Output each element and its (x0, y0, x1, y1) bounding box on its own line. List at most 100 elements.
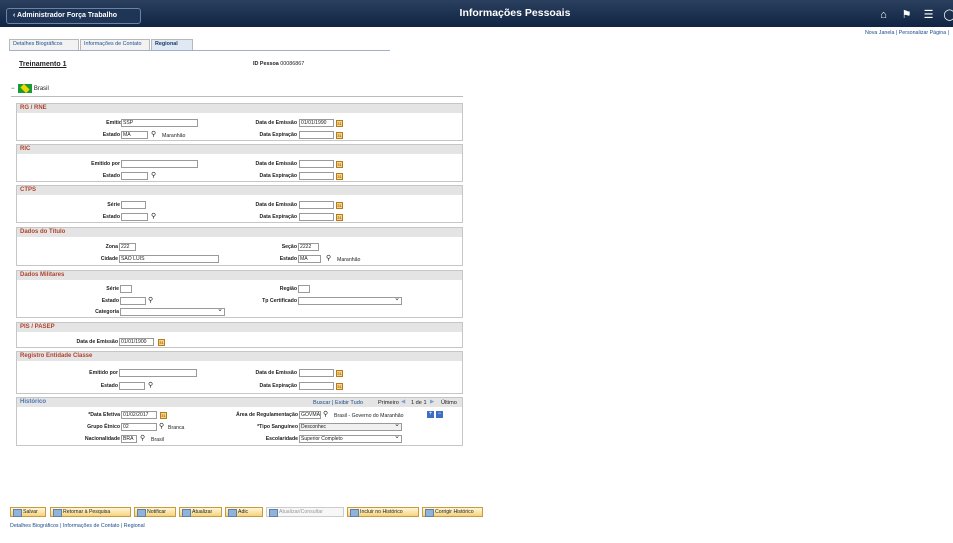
rg-data-emissao-input[interactable]: 01/01/1990 (299, 119, 334, 127)
historico-nav-links[interactable]: Buscar | Exibir Tudo (313, 400, 363, 406)
home-icon[interactable]: ⌂ (877, 9, 890, 21)
ric-emitido-label: Emitido por (91, 161, 120, 167)
hist-data-input[interactable]: 01/02/2017 (121, 411, 157, 419)
mil-estado-input[interactable] (120, 297, 146, 305)
hist-sang-select[interactable]: Desconhec (299, 422, 402, 431)
ctps-serie-input[interactable] (121, 201, 146, 209)
calendar-icon[interactable]: 31 (158, 339, 165, 346)
section-registro: Registro Entidade Classe Emitido por Est… (16, 351, 463, 394)
hist-nac-input[interactable]: BRA (121, 435, 137, 443)
ctps-data-emissao-input[interactable] (299, 201, 334, 209)
flag-icon[interactable]: ⚑ (900, 9, 913, 21)
footer-link-detalhes[interactable]: Detalhes Biográficos (10, 523, 59, 529)
ric-estado-input[interactable] (121, 172, 148, 180)
reg-data-exp-label: Data Expiração (259, 383, 297, 389)
save-button[interactable]: Salvar (10, 507, 46, 517)
search-icon[interactable]: ⚲ (326, 255, 333, 263)
reg-estado-label: Estado (100, 383, 118, 389)
search-icon[interactable]: ⚲ (148, 382, 155, 390)
search-icon[interactable]: ⚲ (140, 435, 147, 443)
menu-icon[interactable]: ☰ (922, 9, 935, 21)
section-registro-title: Registro Entidade Classe (17, 352, 462, 361)
return-search-button[interactable]: Retornar à Pesquisa (50, 507, 131, 517)
mil-tp-cert-label: Tp Certificado (262, 298, 297, 304)
refresh-button[interactable]: Atualizar (179, 507, 222, 517)
hist-nac-desc: Brasil (151, 437, 164, 443)
ctps-data-exp-input[interactable] (299, 213, 334, 221)
tab-detalhes[interactable]: Detalhes Biográficos (9, 39, 79, 50)
rg-estado-input[interactable]: MA (121, 131, 148, 139)
section-historico: Histórico Buscar | Exibir Tudo Primeiro … (16, 397, 463, 446)
section-militares-title: Dados Militares (17, 271, 462, 280)
brazil-flag-icon (18, 84, 33, 93)
hist-sang-label: *Tipo Sanguíneo (257, 424, 298, 430)
hist-area-input[interactable]: GOVMA (299, 411, 321, 419)
mil-regiao-input[interactable] (298, 285, 310, 293)
reg-data-emissao-input[interactable] (299, 369, 334, 377)
include-history-button[interactable]: Incluir no Histórico (347, 507, 419, 517)
titulo-estado-input[interactable]: MA (298, 255, 321, 263)
titulo-zona-input[interactable]: 222 (119, 243, 136, 251)
calendar-icon[interactable]: 31 (336, 120, 343, 127)
rg-data-exp-input[interactable] (299, 131, 334, 139)
section-ric: RIC Emitido por Estado ⚲ Data de Emissão… (16, 144, 463, 182)
add-row-icon[interactable]: + (427, 411, 434, 418)
search-icon[interactable]: ⚲ (159, 423, 166, 431)
country-toggle[interactable]: − Brasil (11, 84, 49, 93)
section-rg: RG / RNE Emitido por SSP Estado MA ⚲ Mar… (16, 103, 463, 141)
calendar-icon[interactable]: 31 (336, 132, 343, 139)
footer-link-regional[interactable]: Regional (124, 523, 145, 529)
mil-serie-input[interactable] (120, 285, 132, 293)
prev-icon[interactable]: ◀ (401, 399, 405, 405)
ric-data-exp-label: Data Expiração (259, 173, 297, 179)
rg-data-exp-label: Data Expiração (259, 132, 297, 138)
calendar-icon[interactable]: 31 (160, 412, 167, 419)
help-icon[interactable]: ◯ (943, 9, 953, 21)
reg-estado-input[interactable] (119, 382, 145, 390)
ric-emitido-input[interactable] (121, 160, 198, 168)
titulo-secao-input[interactable]: 2222 (298, 243, 319, 251)
top-links[interactable]: Nova Janela | Personalizar Página | (865, 30, 949, 36)
search-icon[interactable]: ⚲ (151, 131, 158, 139)
hist-esc-select[interactable]: Superior Completo (299, 434, 402, 443)
update-display-button[interactable]: Atualizar/Consultar (266, 507, 344, 517)
mil-categoria-select[interactable] (120, 307, 225, 316)
reg-data-exp-input[interactable] (299, 382, 334, 390)
section-pis-title: PIS / PASEP (17, 323, 462, 332)
historico-primeiro[interactable]: Primeiro (378, 400, 399, 406)
reg-emitido-label: Emitido por (89, 370, 118, 376)
person-id: ID Pessoa 00086867 (253, 61, 304, 67)
calendar-icon[interactable]: 31 (336, 214, 343, 221)
notify-button[interactable]: Notificar (134, 507, 176, 517)
search-icon[interactable]: ⚲ (151, 172, 158, 180)
calendar-icon[interactable]: 31 (336, 202, 343, 209)
calendar-icon[interactable]: 31 (336, 370, 343, 377)
calendar-icon[interactable]: 31 (336, 173, 343, 180)
calendar-icon[interactable]: 31 (336, 161, 343, 168)
tab-regional[interactable]: Regional (151, 39, 193, 50)
hist-area-desc: Brasil - Governo do Maranhão (334, 413, 404, 419)
titulo-cidade-input[interactable]: SAO LUIS (119, 255, 219, 263)
correct-history-button[interactable]: Corrigir Histórico (422, 507, 483, 517)
next-icon[interactable]: ▶ (430, 399, 434, 405)
back-button[interactable]: ‹ Administrador Força Trabalho (6, 8, 141, 24)
hist-grupo-input[interactable]: 02 (121, 423, 157, 431)
ric-data-emissao-input[interactable] (299, 160, 334, 168)
footer-link-contato[interactable]: Informações de Contato (63, 523, 120, 529)
search-icon[interactable]: ⚲ (148, 297, 155, 305)
rg-emitido-input[interactable]: SSP (121, 119, 198, 127)
tab-contato[interactable]: Informações de Contato (80, 39, 150, 50)
section-ctps: CTPS Série Estado ⚲ Data de Emissão 31 D… (16, 185, 463, 223)
pis-data-input[interactable]: 01/01/1900 (119, 338, 154, 346)
add-button[interactable]: Adic (225, 507, 263, 517)
reg-emitido-input[interactable] (119, 369, 197, 377)
remove-row-icon[interactable]: − (436, 411, 443, 418)
mil-categoria-label: Categoria (95, 309, 119, 315)
search-icon[interactable]: ⚲ (151, 213, 158, 221)
mil-tp-cert-select[interactable] (298, 296, 402, 305)
ric-data-exp-input[interactable] (299, 172, 334, 180)
search-icon[interactable]: ⚲ (323, 411, 330, 419)
ctps-estado-input[interactable] (121, 213, 148, 221)
calendar-icon[interactable]: 31 (336, 383, 343, 390)
historico-ultimo[interactable]: Último (441, 400, 457, 406)
